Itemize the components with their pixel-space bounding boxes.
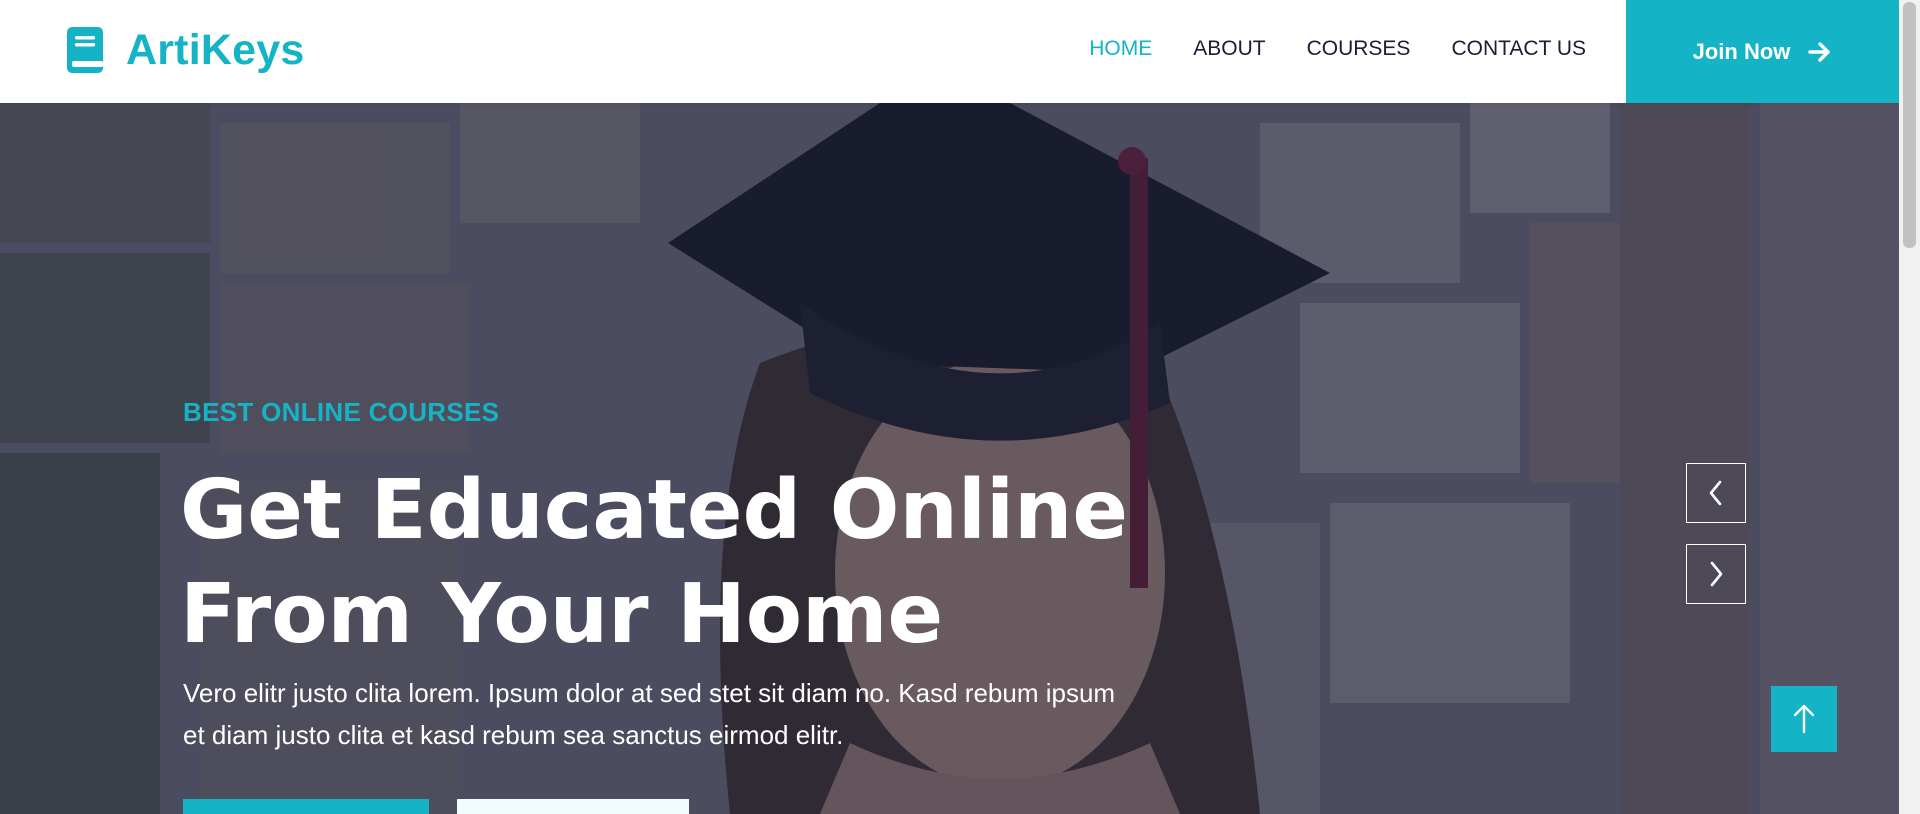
hero-headline: Get Educated Online From Your Home <box>180 459 1230 667</box>
page-scrollbar[interactable] <box>1899 0 1920 814</box>
brand-logo[interactable]: ArtiKeys <box>66 27 304 73</box>
book-icon <box>67 27 103 73</box>
arrow-up-icon <box>1793 704 1815 734</box>
back-to-top-button[interactable] <box>1771 686 1837 752</box>
hero-lead: Vero elitr justo clita lorem. Ipsum dolo… <box>183 672 1183 756</box>
hero-eyebrow: BEST ONLINE COURSES <box>183 397 500 427</box>
scrollbar-thumb[interactable] <box>1903 2 1916 248</box>
navbar: ArtiKeys HOME ABOUT COURSES CONTACT US J… <box>0 0 1899 103</box>
hero-lead-line-1: Vero elitr justo clita lorem. Ipsum dolo… <box>183 678 1116 708</box>
chevron-right-icon <box>1710 561 1723 587</box>
nav-item-about[interactable]: ABOUT <box>1193 36 1265 62</box>
hero-secondary-button[interactable] <box>457 799 689 814</box>
arrow-right-icon <box>1808 41 1831 62</box>
carousel-next-button[interactable] <box>1686 544 1746 604</box>
chevron-left-icon <box>1709 480 1722 506</box>
nav-item-contact-us[interactable]: CONTACT US <box>1451 36 1586 62</box>
hero-lead-line-2: et diam justo clita et kasd rebum sea sa… <box>183 720 844 750</box>
carousel-prev-button[interactable] <box>1686 463 1746 523</box>
main-nav: HOME ABOUT COURSES CONTACT US <box>1089 36 1586 62</box>
brand-name: ArtiKeys <box>126 26 305 74</box>
hero-headline-line-2: From Your Home <box>180 567 944 662</box>
nav-item-home[interactable]: HOME <box>1089 36 1152 62</box>
join-now-button[interactable]: Join Now <box>1626 0 1899 103</box>
hero-carousel: BEST ONLINE COURSES Get Educated Online … <box>0 103 1899 814</box>
hero-headline-line-1: Get Educated Online <box>180 463 1129 558</box>
nav-item-courses[interactable]: COURSES <box>1307 36 1411 62</box>
hero-primary-button[interactable] <box>183 799 429 814</box>
join-now-label: Join Now <box>1692 38 1791 64</box>
